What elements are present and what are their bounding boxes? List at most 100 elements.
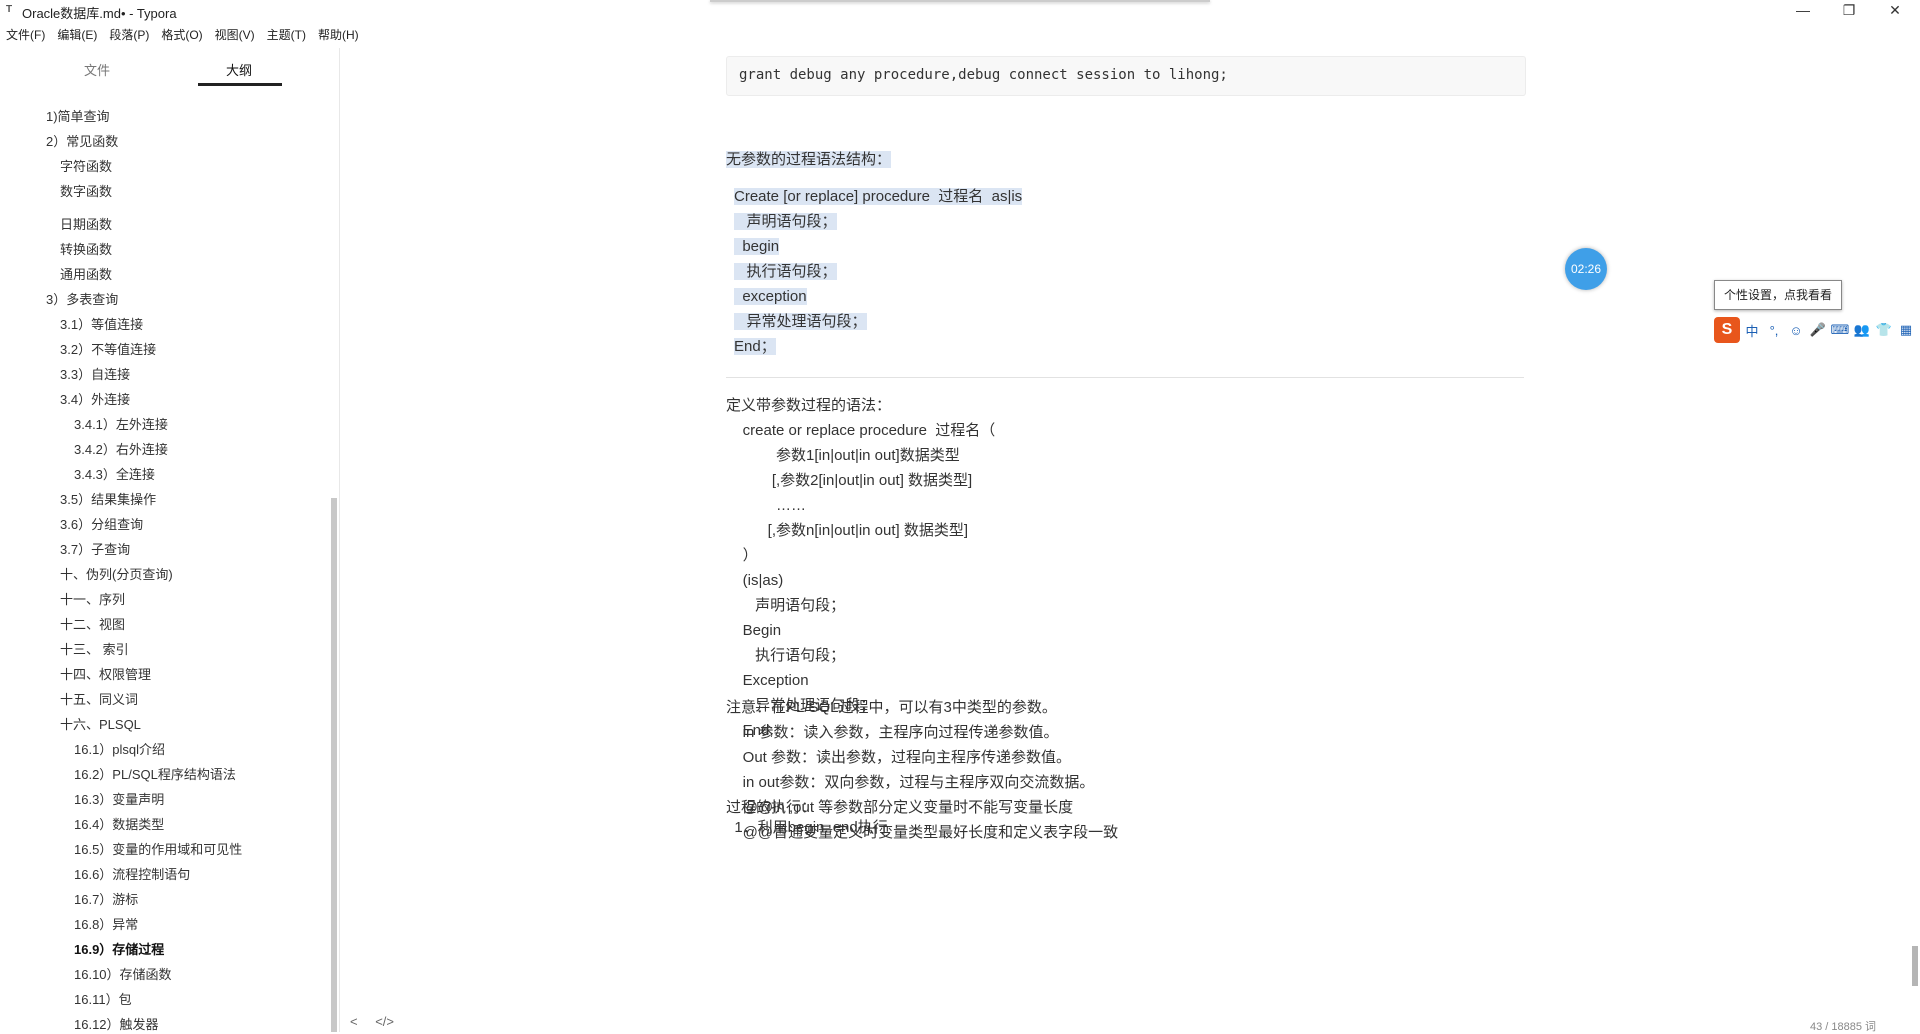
- outline-item[interactable]: 通用函数: [60, 264, 112, 283]
- param-line: Exception: [726, 672, 809, 689]
- param-line: ……: [726, 497, 807, 514]
- outline-item[interactable]: 16.9）存储过程: [74, 939, 164, 958]
- window-title: Oracle数据库.md• - Typora: [22, 6, 177, 21]
- find-bar-edge: [710, 0, 1210, 2]
- outline-item[interactable]: 16.11）包: [74, 989, 132, 1008]
- outline-item[interactable]: 16.8）异常: [74, 914, 138, 933]
- noparam-line: exception: [734, 288, 807, 305]
- outline-item[interactable]: 十五、同义词: [60, 689, 138, 708]
- note-line: 注意：在PL/SQL过程中，可以有3中类型的参数。: [726, 699, 1057, 716]
- outline-item[interactable]: 16.2）PL/SQL程序结构语法: [74, 764, 236, 783]
- source-mode-button[interactable]: </>: [375, 1014, 394, 1029]
- outline-item[interactable]: 转换函数: [60, 239, 112, 258]
- outline-item[interactable]: 日期函数: [60, 214, 112, 233]
- outline-item[interactable]: 3.4.3）全连接: [74, 464, 155, 483]
- outline-item[interactable]: 十一、序列: [60, 589, 125, 608]
- outline-item[interactable]: 2）常见函数: [46, 131, 118, 150]
- outline-item[interactable]: 十、伪列(分页查询): [60, 564, 173, 583]
- typora-app-icon: T: [6, 4, 13, 15]
- param-line: Begin: [726, 622, 782, 639]
- outline-item[interactable]: 字符函数: [60, 156, 112, 175]
- menu-theme[interactable]: 主题(T): [261, 24, 312, 44]
- exec-first-item: 1．利用begin..end执行: [726, 819, 888, 836]
- exec-title: 过程的执行：: [726, 799, 817, 816]
- outline-item[interactable]: 16.10）存储函数: [74, 964, 172, 983]
- noparam-line: 声明语句段；: [734, 213, 837, 230]
- outline-item[interactable]: 16.3）变量声明: [74, 789, 164, 808]
- outline-item[interactable]: 3.1）等值连接: [60, 314, 143, 333]
- horizontal-rule: [726, 377, 1524, 378]
- ime-punctuation-icon[interactable]: °,: [1764, 323, 1784, 338]
- outline-item[interactable]: 数字函数: [60, 181, 112, 200]
- sogou-ime-logo-icon[interactable]: S: [1714, 317, 1740, 343]
- note-line: in 参数：读入参数，主程序向过程传递参数值。: [726, 724, 1059, 741]
- recording-timer[interactable]: 02:26: [1565, 248, 1607, 290]
- outline-item[interactable]: 16.4）数据类型: [74, 814, 164, 833]
- outline-item[interactable]: 3.7）子查询: [60, 539, 130, 558]
- outline-item[interactable]: 十三、 索引: [60, 639, 129, 658]
- sidebar-tabs: 文件 大纲: [0, 48, 339, 88]
- collapse-sidebar-button[interactable]: <: [350, 1014, 358, 1029]
- minimize-button[interactable]: —: [1780, 0, 1826, 22]
- noparam-line: 异常处理语句段；: [734, 313, 867, 330]
- noparam-line: End；: [734, 338, 776, 355]
- outline-item[interactable]: 十二、视图: [60, 614, 125, 633]
- editor-scrollbar-thumb[interactable]: [1912, 946, 1918, 986]
- outline-item[interactable]: 1)简单查询: [46, 106, 110, 125]
- tab-files[interactable]: 文件: [84, 60, 110, 79]
- outline-item[interactable]: 3.2）不等值连接: [60, 339, 156, 358]
- param-line: 执行语句段；: [726, 647, 846, 664]
- ime-settings-tooltip[interactable]: 个性设置，点我看看: [1714, 280, 1842, 310]
- ime-skin-icon[interactable]: 👕: [1874, 322, 1894, 338]
- outline-item[interactable]: 16.6）流程控制语句: [74, 864, 190, 883]
- active-tab-indicator: [198, 83, 282, 86]
- sidebar-scrollbar-thumb[interactable]: [331, 498, 337, 1032]
- outline-item[interactable]: 16.7）游标: [74, 889, 138, 908]
- outline-item[interactable]: 十六、PLSQL: [60, 714, 141, 733]
- menu-view[interactable]: 视图(V): [209, 24, 261, 44]
- outline-item[interactable]: 16.5）变量的作用域和可见性: [74, 839, 242, 858]
- outline-item[interactable]: 3.4.2）右外连接: [74, 439, 168, 458]
- outline-item[interactable]: 16.1）plsql介绍: [74, 739, 165, 758]
- ime-user-icon[interactable]: 👥: [1852, 322, 1872, 338]
- ime-toolbox-icon[interactable]: ▦: [1896, 322, 1916, 338]
- menu-format[interactable]: 格式(O): [155, 24, 208, 44]
- param-line: 参数1[in|out|in out]数据类型: [726, 447, 960, 464]
- title-bar: T Oracle数据库.md• - Typora — ❐ ✕: [0, 0, 1920, 22]
- outline-item[interactable]: 3.4）外连接: [60, 389, 130, 408]
- ime-emoji-icon[interactable]: ☺: [1786, 323, 1806, 338]
- outline-item[interactable]: 3.5）结果集操作: [60, 489, 156, 508]
- code-line: grant debug any procedure,debug connect …: [739, 67, 1228, 83]
- outline-item[interactable]: 3.4.1）左外连接: [74, 414, 168, 433]
- code-block[interactable]: grant debug any procedure,debug connect …: [726, 56, 1526, 96]
- ime-voice-icon[interactable]: 🎤: [1808, 322, 1828, 338]
- param-line: (is|as): [726, 572, 784, 589]
- menu-paragraph[interactable]: 段落(P): [103, 24, 155, 44]
- bottom-toolbar: < </>: [350, 1014, 408, 1029]
- ime-toolbar: S 中 °, ☺ 🎤 ⌨ 👥 👕 ▦: [1714, 316, 1920, 344]
- outline-item[interactable]: 3.3）自连接: [60, 364, 130, 383]
- menu-edit[interactable]: 编辑(E): [51, 24, 103, 44]
- outline-item[interactable]: 3.6）分组查询: [60, 514, 143, 533]
- tab-outline[interactable]: 大纲: [226, 60, 252, 79]
- ime-keyboard-icon[interactable]: ⌨: [1830, 322, 1850, 338]
- param-line: create or replace procedure 过程名（: [726, 422, 996, 439]
- menu-file[interactable]: 文件(F): [0, 24, 51, 44]
- close-button[interactable]: ✕: [1872, 0, 1918, 22]
- menu-help[interactable]: 帮助(H): [312, 24, 365, 44]
- param-line: 声明语句段；: [726, 597, 846, 614]
- outline-item[interactable]: 16.12）触发器: [74, 1014, 159, 1032]
- note-line: Out 参数：读出参数，过程向主程序传递参数值。: [726, 749, 1072, 766]
- ime-chinese-mode-icon[interactable]: 中: [1742, 321, 1762, 340]
- param-line: [,参数n[in|out|in out] 数据类型]: [726, 522, 969, 539]
- noparam-line: 执行语句段；: [734, 263, 837, 280]
- maximize-button[interactable]: ❐: [1826, 0, 1872, 22]
- param-line: 定义带参数过程的语法：: [726, 397, 892, 414]
- outline-item[interactable]: 3）多表查询: [46, 289, 118, 308]
- param-line: [,参数2[in|out|in out] 数据类型]: [726, 472, 973, 489]
- noparam-title: 无参数的过程语法结构：: [726, 151, 892, 168]
- noparam-line: begin: [734, 238, 780, 255]
- editor-area[interactable]: grant debug any procedure,debug connect …: [340, 48, 1920, 1032]
- outline-item[interactable]: 十四、权限管理: [60, 664, 151, 683]
- param-line: ）: [726, 547, 758, 564]
